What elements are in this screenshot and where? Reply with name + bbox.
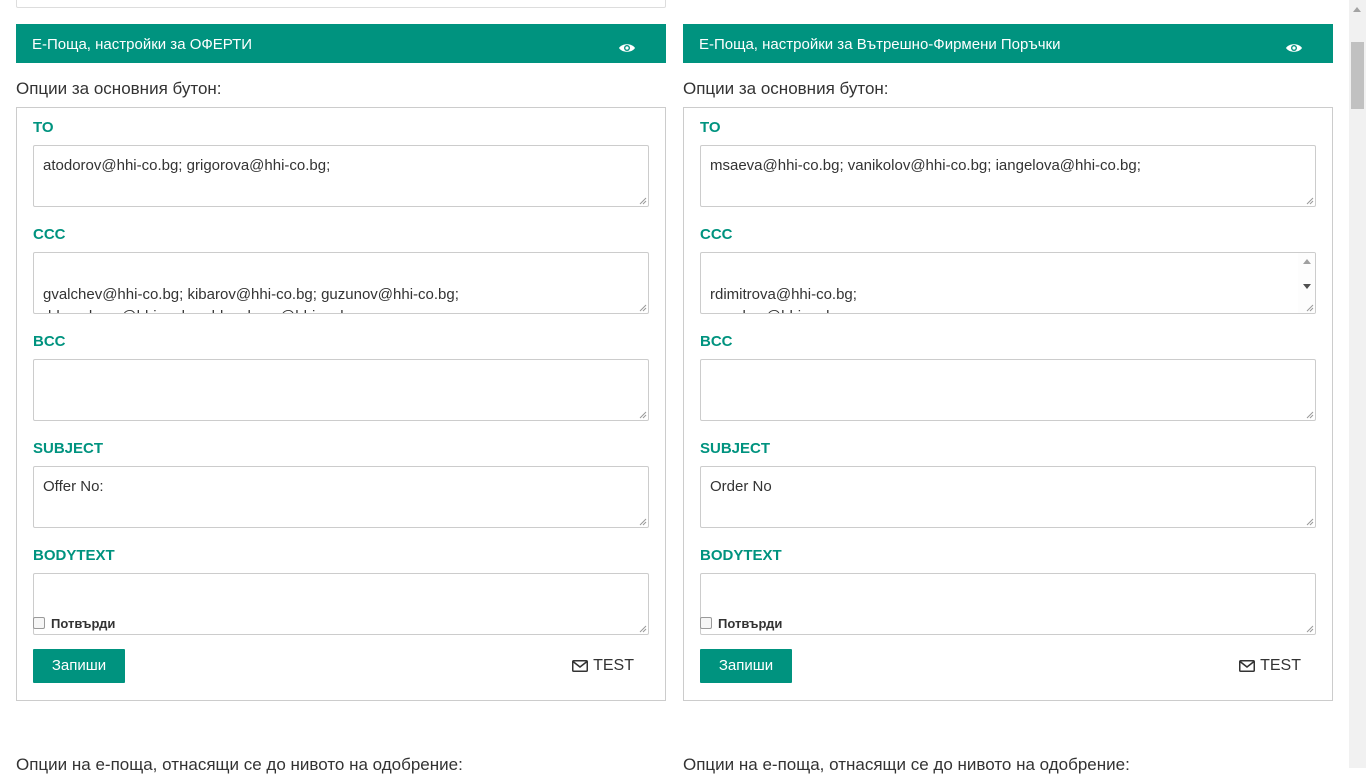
offers-email-panel: Е-Поща, настройки за ОФЕРТИ Опции за осн…: [16, 24, 666, 701]
to-label: TO: [700, 119, 721, 136]
subject-label: SUBJECT: [700, 440, 771, 457]
panel-header: Е-Поща, настройки за ОФЕРТИ: [16, 24, 666, 63]
subject-label: SUBJECT: [33, 440, 104, 457]
ccc-field[interactable]: gvalchev@hhi-co.bg; kibarov@hhi-co.bg; g…: [33, 252, 649, 314]
email-form: TO msaeva@hhi-co.bg; vanikolov@hhi-co.bg…: [683, 107, 1333, 701]
section-label: Опции за основния бутон:: [683, 79, 889, 98]
ccc-value: rdimitrova@hhi-co.bg; ppaskov@hhi-co.bg;: [710, 286, 857, 313]
panel-header: Е-Поща, настройки за Вътрешно-Фирмени По…: [683, 24, 1333, 63]
resize-grip-icon[interactable]: [1306, 518, 1314, 526]
bodytext-field[interactable]: [33, 573, 649, 635]
to-value: atodorov@hhi-co.bg; grigorova@hhi-co.bg;: [43, 157, 331, 174]
envelope-icon: [572, 660, 589, 672]
scrollbar-thumb[interactable]: [1351, 42, 1364, 109]
confirm-checkbox[interactable]: [33, 616, 45, 629]
bodytext-label: BODYTEXT: [700, 547, 782, 564]
save-button[interactable]: Запиши: [33, 649, 125, 683]
panel-title: Е-Поща, настройки за ОФЕРТИ: [32, 36, 253, 53]
subject-value: Offer No:: [43, 478, 104, 495]
confirm-label: Потвърди: [718, 616, 783, 631]
ccc-field[interactable]: rdimitrova@hhi-co.bg; ppaskov@hhi-co.bg;: [700, 252, 1316, 314]
section-label: Опции за основния бутон:: [16, 79, 222, 98]
to-value: msaeva@hhi-co.bg; vanikolov@hhi-co.bg; i…: [710, 157, 1141, 174]
ccc-value: gvalchev@hhi-co.bg; kibarov@hhi-co.bg; g…: [43, 286, 459, 313]
resize-grip-icon[interactable]: [1306, 304, 1314, 312]
bcc-field[interactable]: [700, 359, 1316, 421]
panel-title: Е-Поща, настройки за Вътрешно-Фирмени По…: [699, 36, 1061, 53]
resize-grip-icon[interactable]: [1306, 197, 1314, 205]
orders-email-panel: Е-Поща, настройки за Вътрешно-Фирмени По…: [683, 24, 1333, 701]
scroll-up-icon[interactable]: [1303, 259, 1311, 264]
ccc-label: CCC: [700, 226, 733, 243]
confirm-label: Потвърди: [51, 616, 116, 631]
resize-grip-icon[interactable]: [1306, 625, 1314, 633]
test-button[interactable]: TEST: [572, 657, 634, 675]
resize-grip-icon[interactable]: [639, 197, 647, 205]
bcc-field[interactable]: [33, 359, 649, 421]
subject-field[interactable]: Offer No:: [33, 466, 649, 528]
to-field[interactable]: atodorov@hhi-co.bg; grigorova@hhi-co.bg;: [33, 145, 649, 207]
email-form: TO atodorov@hhi-co.bg; grigorova@hhi-co.…: [16, 107, 666, 701]
scroll-up-icon[interactable]: [1353, 7, 1361, 12]
approval-options-label: Опции на е-поща, отнасящи се до нивото н…: [16, 755, 463, 774]
approval-options-label: Опции на е-поща, отнасящи се до нивото н…: [683, 755, 1130, 774]
bodytext-field[interactable]: [700, 573, 1316, 635]
to-label: TO: [33, 119, 54, 136]
eye-icon[interactable]: [618, 42, 636, 54]
page-scrollbar[interactable]: [1349, 0, 1366, 768]
bodytext-label: BODYTEXT: [33, 547, 115, 564]
bcc-label: BCC: [700, 333, 733, 350]
test-label: TEST: [1260, 657, 1301, 674]
previous-panel-edge: [16, 0, 666, 8]
resize-grip-icon[interactable]: [639, 411, 647, 419]
test-label: TEST: [593, 657, 634, 674]
confirm-row: Потвърди: [33, 616, 115, 631]
bcc-label: BCC: [33, 333, 66, 350]
resize-grip-icon[interactable]: [639, 625, 647, 633]
confirm-row: Потвърди: [700, 616, 782, 631]
scroll-down-icon[interactable]: [1303, 284, 1311, 289]
to-field[interactable]: msaeva@hhi-co.bg; vanikolov@hhi-co.bg; i…: [700, 145, 1316, 207]
subject-value: Order No: [710, 478, 772, 495]
envelope-icon: [1239, 660, 1256, 672]
resize-grip-icon[interactable]: [1306, 411, 1314, 419]
confirm-checkbox[interactable]: [700, 616, 712, 629]
resize-grip-icon[interactable]: [639, 518, 647, 526]
resize-grip-icon[interactable]: [639, 304, 647, 312]
ccc-label: CCC: [33, 226, 66, 243]
eye-icon[interactable]: [1285, 42, 1303, 54]
subject-field[interactable]: Order No: [700, 466, 1316, 528]
save-button[interactable]: Запиши: [700, 649, 792, 683]
test-button[interactable]: TEST: [1239, 657, 1301, 675]
